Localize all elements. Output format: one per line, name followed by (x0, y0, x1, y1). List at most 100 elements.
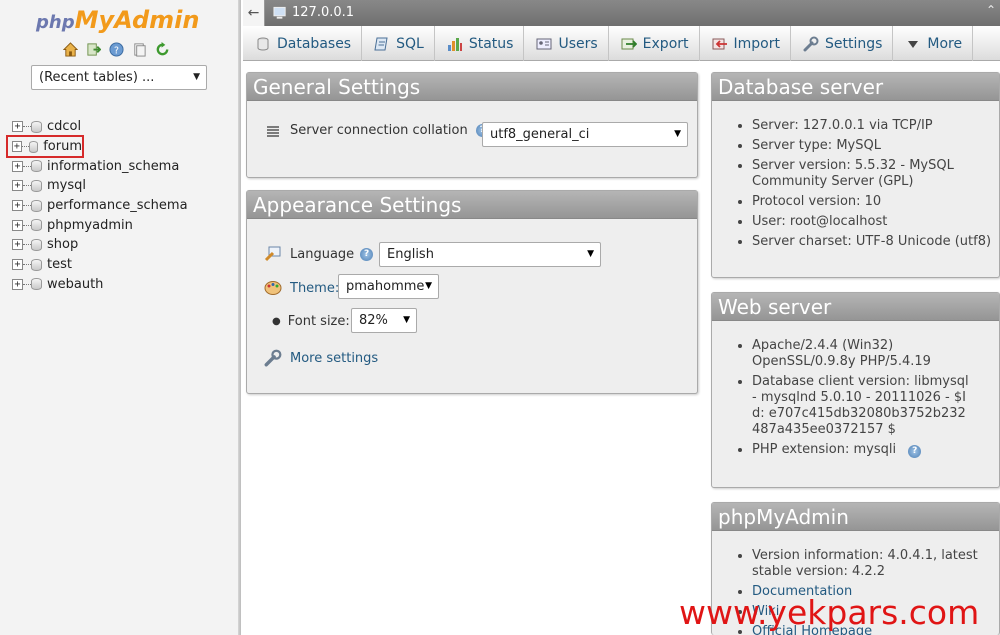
help-icon[interactable]: ? (108, 41, 125, 58)
expand-icon[interactable]: + (12, 200, 23, 212)
expand-icon[interactable]: + (12, 239, 23, 251)
tab-settings[interactable]: Settings (791, 26, 894, 61)
database-icon (28, 140, 39, 153)
database-icon (31, 238, 42, 251)
list-item: Server: 127.0.0.1 via TCP/IP (752, 118, 999, 134)
general-settings-panel: General Settings Server connection colla… (246, 72, 698, 178)
tab-import[interactable]: Import (700, 26, 791, 61)
server-icon (273, 6, 286, 19)
database-icon (31, 199, 42, 212)
list-item: PHP extension: mysqli ? (752, 442, 999, 458)
db-item-mysql[interactable]: + mysql (12, 176, 188, 196)
tab-export[interactable]: Export (609, 26, 700, 61)
list-item: Apache/2.4.4 (Win32) OpenSSL/0.9.8y PHP/… (752, 338, 952, 370)
list-item: Database client version: libmysql - mysq… (752, 374, 972, 438)
list-item: Server charset: UTF-8 Unicode (utf8) (752, 234, 999, 250)
appearance-settings-panel: Appearance Settings Language ? : English… (246, 190, 698, 394)
expand-icon[interactable]: + (12, 180, 23, 192)
bullet: ● (272, 316, 281, 327)
language-icon (264, 246, 281, 262)
font-size-select[interactable]: 82% ▼ (351, 308, 417, 333)
chevron-down-icon: ▼ (193, 72, 200, 82)
chevron-down-icon: ▼ (425, 281, 432, 291)
database-icon (31, 120, 42, 133)
chevron-down-icon: ▼ (587, 249, 594, 259)
panel-title: General Settings (247, 73, 697, 101)
language-select[interactable]: English ▼ (379, 242, 601, 267)
collapse-icon[interactable]: ⌃ (986, 3, 996, 17)
tab-users[interactable]: Users (524, 26, 609, 61)
navigation-panel: phpMyAdmin ? (Recent tables) ... ▼ + cdc… (0, 0, 241, 635)
db-item-forum[interactable]: + forum (6, 134, 84, 159)
tab-sql[interactable]: SQL (362, 26, 435, 61)
db-item-performance-schema[interactable]: + performance_schema (12, 196, 188, 216)
home-icon[interactable] (62, 41, 79, 58)
server-info-list: Server: 127.0.0.1 via TCP/IP Server type… (712, 118, 999, 254)
theme-select[interactable]: pmahomme ▼ (338, 274, 439, 299)
export-icon (621, 36, 637, 52)
wrench-icon (803, 36, 819, 52)
db-item-information-schema[interactable]: + information_schema (12, 156, 188, 176)
recent-tables-select[interactable]: (Recent tables) ... ▼ (31, 65, 207, 90)
chevron-down-icon: ▼ (403, 315, 410, 325)
server-breadcrumb-bar: ← 127.0.0.1 ⌃ (243, 0, 1000, 26)
exit-icon[interactable] (85, 41, 102, 58)
database-icon (31, 278, 42, 291)
panel-resizer[interactable] (238, 0, 241, 635)
web-server-panel: Web server Apache/2.4.4 (Win32) OpenSSL/… (711, 292, 1000, 488)
db-item-webauth[interactable]: + webauth (12, 275, 188, 295)
db-item-shop[interactable]: + shop (12, 235, 188, 255)
chevron-down-icon: ▼ (674, 129, 681, 139)
more-settings-link[interactable]: More settings (290, 351, 378, 366)
users-icon (536, 36, 552, 52)
panel-title: Web server (712, 293, 999, 321)
database-icon (31, 179, 42, 192)
breadcrumb[interactable]: 127.0.0.1 (273, 5, 354, 20)
tab-more[interactable]: More (893, 26, 974, 61)
chevron-down-icon (905, 36, 921, 52)
panel-title: Appearance Settings (247, 191, 697, 219)
panel-title: Database server (712, 73, 999, 101)
expand-icon[interactable]: + (12, 141, 22, 153)
palette-icon (264, 281, 282, 295)
list-item: Protocol version: 10 (752, 194, 999, 210)
reload-icon[interactable] (154, 41, 171, 58)
sql-icon (374, 36, 390, 52)
expand-icon[interactable]: + (12, 219, 23, 231)
wrench-icon (264, 349, 282, 367)
database-server-panel: Database server Server: 127.0.0.1 via TC… (711, 72, 1000, 278)
web-server-info-list: Apache/2.4.4 (Win32) OpenSSL/0.9.8y PHP/… (712, 338, 999, 462)
theme-link[interactable]: Theme: (290, 281, 339, 296)
phpmyadmin-logo[interactable]: phpMyAdmin (36, 6, 199, 34)
expand-icon[interactable]: + (12, 259, 23, 271)
expand-icon[interactable]: + (12, 278, 23, 290)
docs-icon[interactable] (131, 41, 148, 58)
list-item: Server type: MySQL (752, 138, 999, 154)
collation-select[interactable]: utf8_general_ci ▼ (482, 122, 688, 147)
tab-databases[interactable]: Databases (243, 26, 363, 61)
import-icon (712, 36, 728, 52)
database-icon (31, 219, 42, 232)
database-tree: + cdcol + forum + information_schema + m… (6, 117, 188, 295)
expand-icon[interactable]: + (12, 121, 23, 133)
watermark-text: www.yekpars.com (679, 593, 980, 632)
db-item-cdcol[interactable]: + cdcol (12, 117, 188, 137)
status-icon (447, 36, 463, 52)
main-menu: Databases SQL Status Users Export Import… (243, 26, 1000, 61)
db-item-phpmyadmin[interactable]: + phpmyadmin (12, 215, 188, 235)
list-item: Server version: 5.5.32 - MySQL Community… (752, 158, 999, 190)
back-arrow-icon[interactable]: ← (243, 0, 265, 26)
db-item-test[interactable]: + test (12, 255, 188, 275)
panel-title: phpMyAdmin (712, 503, 999, 531)
version-info: Version information: 4.0.4.1, latest sta… (752, 548, 999, 580)
database-icon (31, 258, 42, 271)
expand-icon[interactable]: + (12, 160, 23, 172)
database-icon (31, 160, 42, 173)
tab-status[interactable]: Status (435, 26, 525, 61)
list-icon (267, 125, 279, 137)
svg-text:?: ? (114, 45, 119, 56)
list-item: User: root@localhost (752, 214, 999, 230)
help-icon[interactable]: ? (908, 445, 922, 458)
database-icon (255, 36, 271, 52)
help-icon[interactable]: ? (360, 247, 374, 261)
